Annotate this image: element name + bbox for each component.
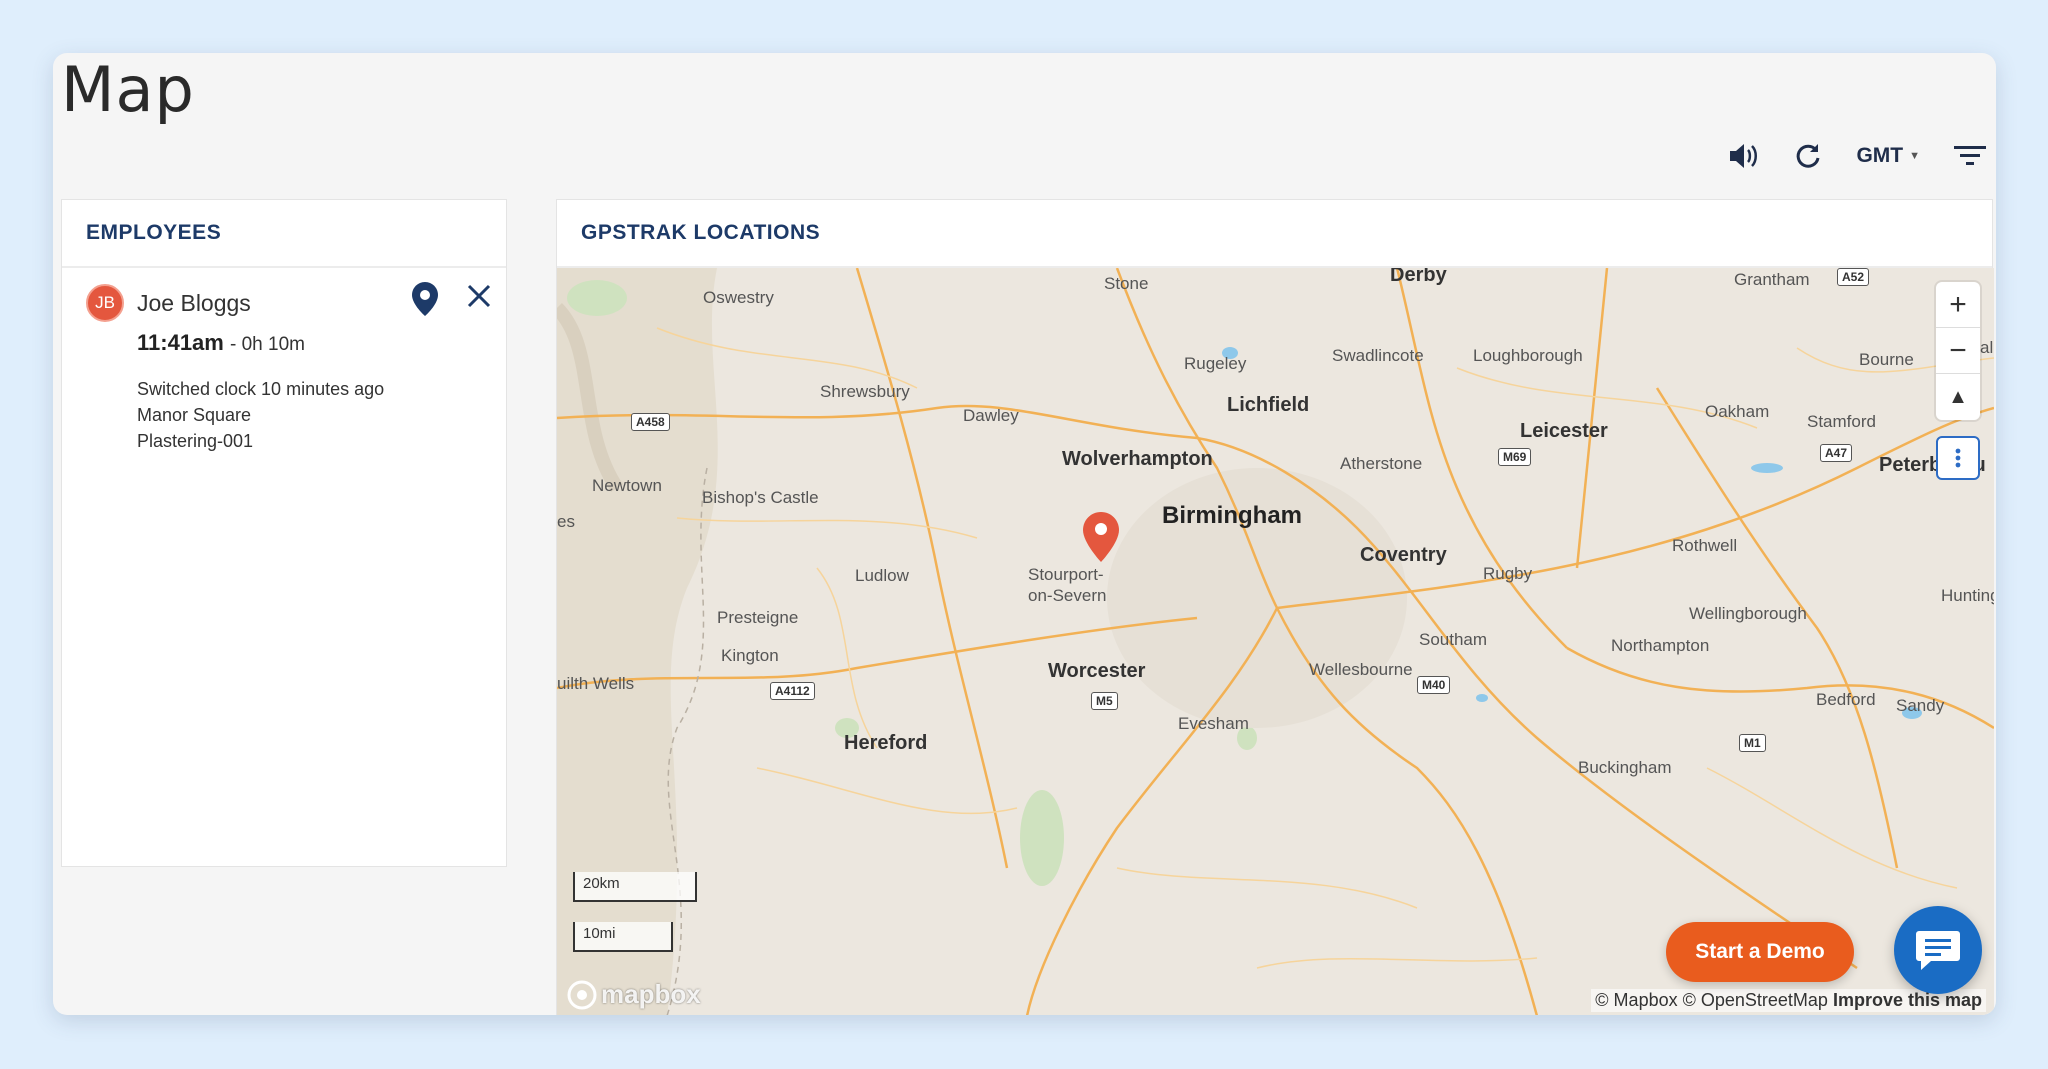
place-label: Hereford [844, 732, 928, 754]
toolbar: GMT ▼ [1728, 131, 1986, 181]
place-label: Hunting [1941, 586, 1994, 605]
employees-panel: EMPLOYEES JB Joe Bloggs 11:41am - 0h 10m… [61, 199, 507, 867]
place-label: Bishop's Castle [702, 488, 819, 507]
map-panel: GPSTRAK LOCATIONS Stone Derby Grantham O… [556, 199, 1994, 1015]
place-label: Birmingham [1162, 502, 1303, 529]
place-label: Wolverhampton [1062, 448, 1213, 470]
employees-header: EMPLOYEES [62, 200, 506, 268]
road-shield: M1 [1739, 734, 1766, 752]
more-options-icon[interactable] [1936, 436, 1980, 480]
place-label: Kington [721, 646, 779, 665]
improve-map-link[interactable]: Improve this map [1833, 990, 1982, 1010]
place-label: Lichfield [1227, 394, 1310, 416]
place-label: Sandy [1896, 696, 1945, 715]
avatar: JB [86, 284, 124, 322]
place-label: Evesham [1178, 714, 1249, 733]
road-shield: A47 [1820, 444, 1853, 462]
clock-status: Switched clock 10 minutes ago [137, 379, 385, 399]
place-label: Presteigne [717, 608, 799, 627]
mapbox-logo-text: mapbox [601, 979, 701, 1009]
zoom-in-button[interactable]: + [1936, 282, 1980, 328]
road-shield: M69 [1498, 448, 1532, 466]
place-label: es [557, 512, 575, 531]
place-label: Derby [1390, 268, 1447, 286]
refresh-icon[interactable] [1794, 142, 1822, 170]
scale-mi: 10mi [573, 922, 673, 952]
place-label: Swadlincote [1332, 346, 1424, 365]
place-label: Loughborough [1473, 346, 1583, 365]
employee-name: Joe Bloggs [137, 290, 251, 316]
close-icon[interactable] [467, 284, 491, 313]
road-shield: M5 [1091, 692, 1118, 710]
location-marker [1083, 512, 1119, 562]
place-label: Ludlow [855, 566, 909, 585]
place-label: Buckingham [1578, 758, 1672, 777]
map-canvas[interactable]: Stone Derby Grantham Oswestry Rugeley Sw… [557, 268, 1994, 1015]
place-label: Bedford [1816, 690, 1876, 709]
road-shield: A458 [631, 413, 670, 431]
zoom-control: + − ▲ [1936, 282, 1980, 420]
place-label: Newtown [592, 476, 662, 495]
place-label: Wellesbourne [1309, 660, 1413, 679]
place-label: Southam [1419, 630, 1488, 649]
clock-in-time: 11:41am [137, 330, 224, 355]
place-label: Rugby [1483, 564, 1533, 583]
place-label: Worcester [1048, 660, 1146, 682]
chat-icon[interactable] [1894, 906, 1982, 994]
place-label: Stamford [1807, 412, 1876, 431]
place-label: Dawley [963, 406, 1019, 425]
road-shield: A52 [1837, 268, 1870, 286]
list-item[interactable]: JB Joe Bloggs 11:41am - 0h 10m Switched … [62, 268, 506, 451]
map-header: GPSTRAK LOCATIONS [557, 200, 1992, 268]
map-background [557, 268, 1994, 1015]
attribution-text: © Mapbox © OpenStreetMap [1595, 990, 1828, 1010]
road-shield: M40 [1417, 676, 1451, 694]
mapbox-logo[interactable]: mapbox [567, 979, 701, 1010]
place-label: Rugeley [1184, 354, 1247, 373]
scale-km: 20km [573, 872, 697, 902]
timezone-select[interactable]: GMT ▼ [1856, 144, 1920, 168]
map-pin-icon[interactable] [412, 282, 438, 321]
place-label: Grantham [1734, 270, 1810, 289]
employee-details: Switched clock 10 minutes ago Manor Squa… [137, 376, 384, 454]
volume-icon[interactable] [1728, 142, 1760, 170]
place-label: Atherstone [1340, 454, 1423, 473]
chevron-down-icon: ▼ [1909, 150, 1920, 162]
place-label: uilth Wells [557, 674, 635, 693]
place-label: Stone [1104, 274, 1149, 293]
place-label: Rothwell [1672, 536, 1738, 555]
place-label: Wellingborough [1689, 604, 1807, 623]
road-shield: A4112 [770, 682, 815, 700]
compass-icon[interactable]: ▲ [1936, 374, 1980, 420]
place-label: Leicester [1520, 420, 1608, 442]
zoom-out-button[interactable]: − [1936, 328, 1980, 374]
job-code: Plastering-001 [137, 431, 254, 451]
site-location: Manor Square [137, 405, 252, 425]
place-label: Bourne [1859, 350, 1914, 369]
place-label: Shrewsbury [820, 382, 910, 401]
timezone-label: GMT [1856, 144, 1904, 167]
place-label: Coventry [1360, 544, 1447, 566]
clock-time: 11:41am - 0h 10m [137, 330, 305, 356]
place-label: Stourport- on-Severn [1028, 565, 1107, 605]
filter-icon[interactable] [1954, 144, 1986, 168]
app-window: Map GMT ▼ EMPLOYEES JB Joe Bloggs 11:41a… [53, 53, 1996, 1015]
place-label: Oswestry [703, 288, 774, 307]
place-label: Northampton [1611, 636, 1710, 655]
place-label: al [1980, 338, 1994, 357]
page-title: Map [61, 53, 195, 126]
clock-duration: - 0h 10m [229, 334, 305, 355]
start-demo-button[interactable]: Start a Demo [1666, 922, 1854, 982]
place-label: Oakham [1705, 402, 1770, 421]
